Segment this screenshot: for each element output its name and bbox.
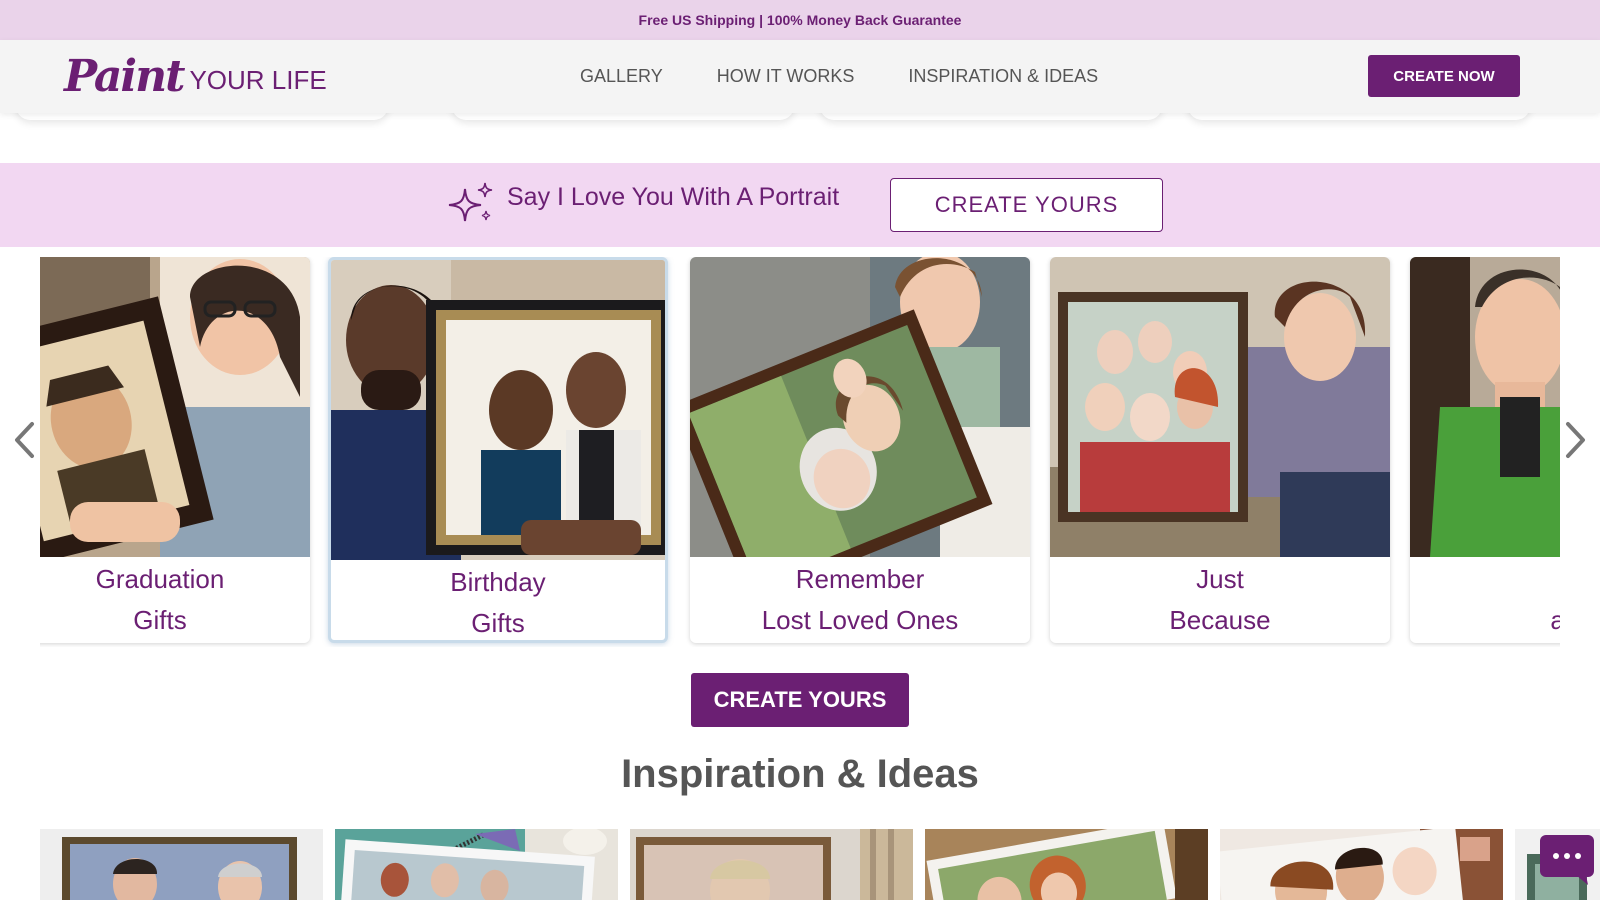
nav-gallery[interactable]: GALLERY bbox=[580, 66, 663, 87]
occasion-card-celebrate[interactable]: Ch a Bel bbox=[1410, 257, 1560, 643]
occasion-caption: Ch a Bel bbox=[1410, 557, 1560, 643]
occasion-caption: Graduation Gifts bbox=[40, 557, 310, 643]
chevron-right-icon bbox=[1566, 422, 1585, 458]
occasion-caption: Just Because bbox=[1050, 557, 1390, 643]
occasion-card-just-because[interactable]: Just Because bbox=[1050, 257, 1390, 643]
occasion-caption-line1: Birthday bbox=[450, 567, 546, 597]
occasion-caption-line2: Because bbox=[1169, 605, 1271, 635]
nav-inspiration-ideas[interactable]: INSPIRATION & IDEAS bbox=[908, 66, 1098, 87]
occasion-caption-line2: Gifts bbox=[471, 608, 525, 638]
occasions-carousel: Graduation Gifts Birthday Gifts Remember… bbox=[40, 257, 1560, 647]
announcement-text: Free US Shipping | 100% Money Back Guara… bbox=[638, 12, 962, 28]
announcement-bar: Free US Shipping | 100% Money Back Guara… bbox=[0, 0, 1600, 40]
carousel-prev-button[interactable] bbox=[12, 420, 38, 460]
occasion-caption-line1: Just bbox=[1196, 564, 1244, 594]
promo-text: Say I Love You With A Portrait bbox=[507, 183, 840, 211]
occasion-caption-line1: Remember bbox=[795, 564, 925, 594]
promo-banner: Say I Love You With A Portrait CREATE YO… bbox=[0, 163, 1600, 247]
occasion-photo bbox=[1410, 257, 1560, 557]
inspiration-thumb[interactable] bbox=[630, 829, 913, 900]
inspiration-gallery bbox=[40, 829, 1600, 900]
inspiration-thumb[interactable] bbox=[1220, 829, 1503, 900]
create-yours-button[interactable]: CREATE YOURS bbox=[691, 673, 909, 727]
occasion-photo bbox=[1050, 257, 1390, 557]
site-header: Paint YOUR LIFE GALLERY HOW IT WORKS INS… bbox=[0, 40, 1600, 113]
logo-text: YOUR LIFE bbox=[189, 65, 327, 95]
occasion-card-birthday[interactable]: Birthday Gifts bbox=[328, 257, 668, 643]
inspiration-thumb[interactable] bbox=[40, 829, 323, 900]
logo[interactable]: Paint YOUR LIFE bbox=[64, 46, 327, 102]
occasion-caption: Remember Lost Loved Ones bbox=[690, 557, 1030, 643]
occasion-photo bbox=[690, 257, 1030, 557]
nav-how-it-works[interactable]: HOW IT WORKS bbox=[717, 66, 855, 87]
inspiration-title: Inspiration & Ideas bbox=[621, 752, 979, 796]
occasion-card-remember-lost-loved-ones[interactable]: Remember Lost Loved Ones bbox=[690, 257, 1030, 643]
occasion-caption-line2: Gifts bbox=[133, 605, 187, 635]
inspiration-thumb[interactable] bbox=[335, 829, 618, 900]
main-nav: GALLERY HOW IT WORKS INSPIRATION & IDEAS bbox=[580, 40, 1098, 113]
create-yours-promo-button[interactable]: CREATE YOURS bbox=[890, 178, 1163, 232]
occasion-caption-line1: Graduation bbox=[95, 564, 225, 594]
chat-widget-button[interactable] bbox=[1540, 835, 1594, 885]
occasion-photo bbox=[331, 260, 665, 560]
inspiration-thumb[interactable] bbox=[925, 829, 1208, 900]
chat-bubble-icon bbox=[1540, 835, 1594, 885]
occasion-caption: Birthday Gifts bbox=[331, 560, 665, 640]
carousel-next-button[interactable] bbox=[1562, 420, 1588, 460]
create-now-button[interactable]: CREATE NOW bbox=[1368, 55, 1520, 97]
occasion-card-graduation[interactable]: Graduation Gifts bbox=[40, 257, 310, 643]
occasion-caption-line2: a Bel bbox=[1550, 605, 1560, 635]
occasion-photo bbox=[40, 257, 310, 557]
logo-script: Paint bbox=[64, 51, 185, 102]
sparkle-icon bbox=[448, 182, 493, 222]
occasion-caption-line2: Lost Loved Ones bbox=[761, 605, 959, 635]
chevron-left-icon bbox=[15, 422, 34, 458]
